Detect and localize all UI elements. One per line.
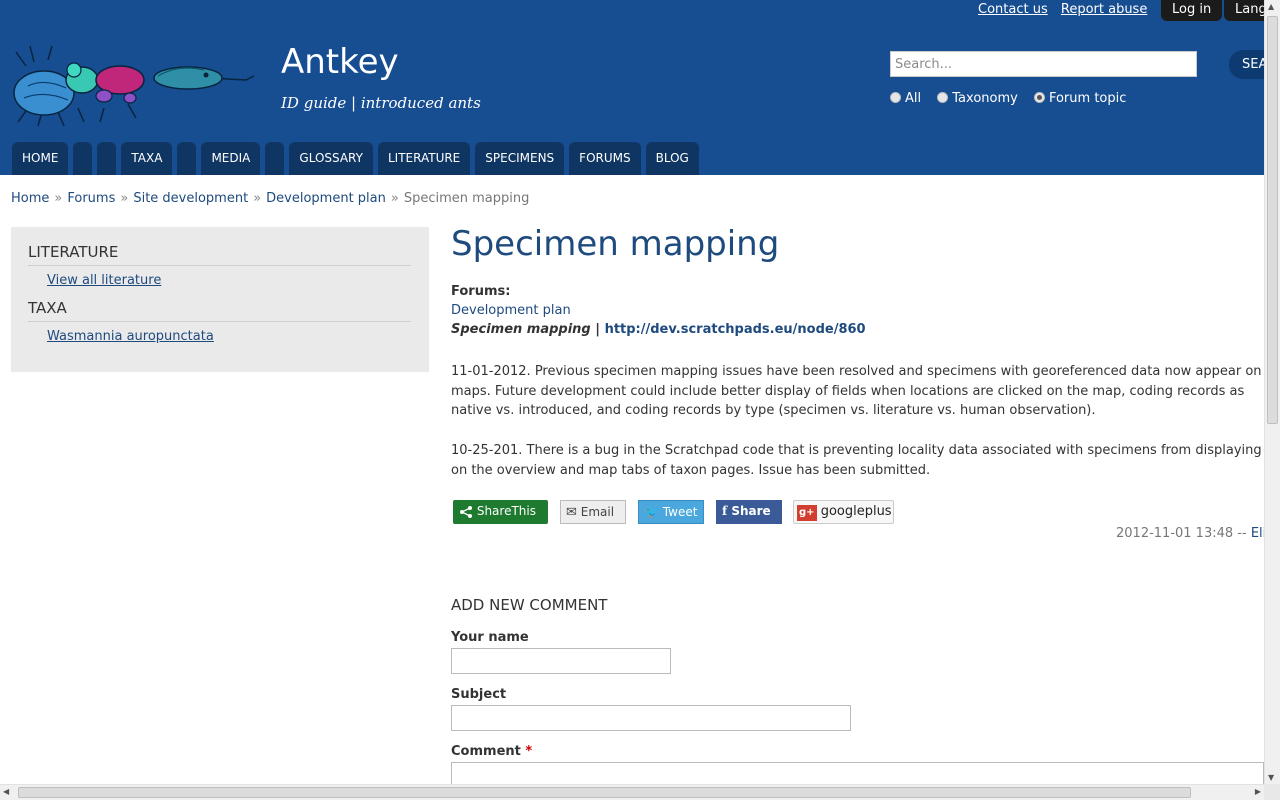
horizontal-scroll-thumb[interactable] [18, 787, 1191, 798]
submitted-info: 2012-11-01 13:48 -- Eli [1116, 526, 1266, 541]
nav-tab-blog[interactable]: BLOG [645, 142, 699, 175]
subject-label: Subject [451, 687, 507, 702]
breadcrumb-development-plan[interactable]: Development plan [266, 191, 386, 206]
breadcrumb-current: Specimen mapping [403, 191, 530, 206]
breadcrumb-separator: » [54, 191, 63, 206]
comment-field[interactable] [451, 762, 1264, 784]
subject-separator: | [595, 322, 601, 337]
breadcrumb-site-development[interactable]: Site development [133, 191, 248, 206]
sidebar: LITERATURE View all literature TAXA Wasm… [11, 227, 429, 372]
main-nav: HOME TAXA MEDIA GLOSSARY LITERATURE SPEC… [12, 142, 704, 175]
breadcrumb-forums[interactable]: Forums [67, 191, 115, 206]
page-title: Specimen mapping [451, 224, 780, 264]
scroll-down-arrow-icon[interactable]: ▼ [1268, 773, 1274, 782]
nav-tab-glossary[interactable]: GLOSSARY [289, 142, 373, 175]
sharethis-button[interactable]: ShareThis [453, 500, 548, 524]
top-links: Contact us Report abuse [978, 2, 1156, 17]
required-mark: * [525, 744, 533, 759]
comment-label: Comment * [451, 744, 533, 759]
search-scope-forum-topic[interactable]: Forum topic [1033, 91, 1126, 106]
view-all-literature-link[interactable]: View all literature [47, 273, 161, 288]
taxon-link-wasmannia[interactable]: Wasmannia auropunctata [47, 329, 214, 344]
nav-tab-media[interactable]: MEDIA [201, 142, 261, 175]
site-name[interactable]: Antkey [281, 42, 399, 82]
scrollbar-corner [1264, 784, 1280, 800]
vertical-scroll-thumb[interactable] [1267, 16, 1278, 424]
envelope-icon: ✉ [566, 505, 577, 520]
post-paragraph-2: 10-25-201. There is a bug in the Scratch… [451, 443, 1262, 478]
site-header: Contact us Report abuse Log in Lang Antk… [0, 0, 1264, 175]
search-button[interactable]: SEA [1229, 50, 1264, 79]
antkey-logo[interactable] [8, 38, 258, 130]
googleplus-button[interactable]: g+ googleplus [793, 500, 894, 524]
facebook-share-button[interactable]: f Share [716, 500, 782, 524]
post-paragraph-1: 11-01-2012. Previous specimen mapping is… [451, 364, 1262, 418]
site-slogan: ID guide | introduced ants [281, 94, 481, 112]
add-comment-heading: ADD NEW COMMENT [451, 596, 608, 614]
radio-icon [890, 92, 901, 103]
breadcrumb: Home » Forums » Site development » Development… [11, 191, 529, 206]
nav-tab-blank[interactable] [73, 142, 93, 175]
tweet-button[interactable]: 🐦 Tweet [638, 500, 704, 524]
nav-tab-literature[interactable]: LITERATURE [377, 142, 471, 175]
nav-tab-taxa[interactable]: TAXA [121, 142, 173, 175]
nav-tab-blank[interactable] [97, 142, 117, 175]
login-button[interactable]: Log in [1161, 0, 1223, 21]
nav-tab-blank[interactable] [265, 142, 285, 175]
scroll-right-arrow-icon[interactable]: ▶ [1255, 787, 1261, 796]
nav-tab-forums[interactable]: FORUMS [569, 142, 641, 175]
subject-url-link[interactable]: http://dev.scratchpads.eu/node/860 [605, 322, 866, 337]
radio-icon [937, 92, 949, 103]
search-input[interactable] [890, 51, 1197, 77]
development-plan-link[interactable]: Development plan [451, 303, 571, 318]
vertical-scrollbar[interactable]: ▲ ▼ [1264, 0, 1280, 784]
breadcrumb-separator: » [390, 191, 399, 206]
email-share-button[interactable]: ✉ Email [560, 500, 626, 524]
subject-title: Specimen mapping [451, 322, 591, 337]
scroll-up-arrow-icon[interactable]: ▲ [1268, 2, 1274, 11]
subject-field[interactable] [451, 705, 851, 731]
contact-us-link[interactable]: Contact us [978, 2, 1048, 17]
report-abuse-link[interactable]: Report abuse [1061, 2, 1147, 17]
breadcrumb-separator: » [253, 191, 262, 206]
radio-checked-icon [1033, 92, 1045, 103]
your-name-label: Your name [451, 630, 529, 645]
search-scope-radios: All Taxonomy Forum topic [890, 91, 1138, 106]
submitted-date: 2012-11-01 13:48 [1116, 526, 1234, 541]
sidebar-heading-literature: LITERATURE [28, 243, 411, 266]
forum-link[interactable]: Development plan [451, 303, 571, 318]
twitter-bird-icon: 🐦 [644, 505, 659, 519]
nav-tab-specimens[interactable]: SPECIMENS [475, 142, 565, 175]
forums-label: Forums: [451, 284, 511, 299]
breadcrumb-separator: » [120, 191, 129, 206]
submitted-sep: -- [1237, 526, 1247, 541]
googleplus-icon: g+ [797, 505, 817, 521]
facebook-icon: f [722, 504, 728, 518]
subject-line: Specimen mapping | http://dev.scratchpad… [451, 322, 866, 337]
search-scope-taxonomy[interactable]: Taxonomy [937, 91, 1018, 106]
horizontal-scrollbar[interactable]: ◀ ▶ [0, 784, 1264, 800]
language-button[interactable]: Lang [1224, 0, 1264, 21]
share-icon [460, 505, 472, 518]
search-scope-all[interactable]: All [890, 91, 921, 106]
sidebar-heading-taxa: TAXA [28, 299, 411, 322]
scroll-left-arrow-icon[interactable]: ◀ [3, 787, 9, 796]
your-name-field[interactable] [451, 648, 671, 674]
nav-tab-blank[interactable] [177, 142, 197, 175]
breadcrumb-home[interactable]: Home [11, 191, 49, 206]
nav-tab-home[interactable]: HOME [12, 142, 69, 175]
